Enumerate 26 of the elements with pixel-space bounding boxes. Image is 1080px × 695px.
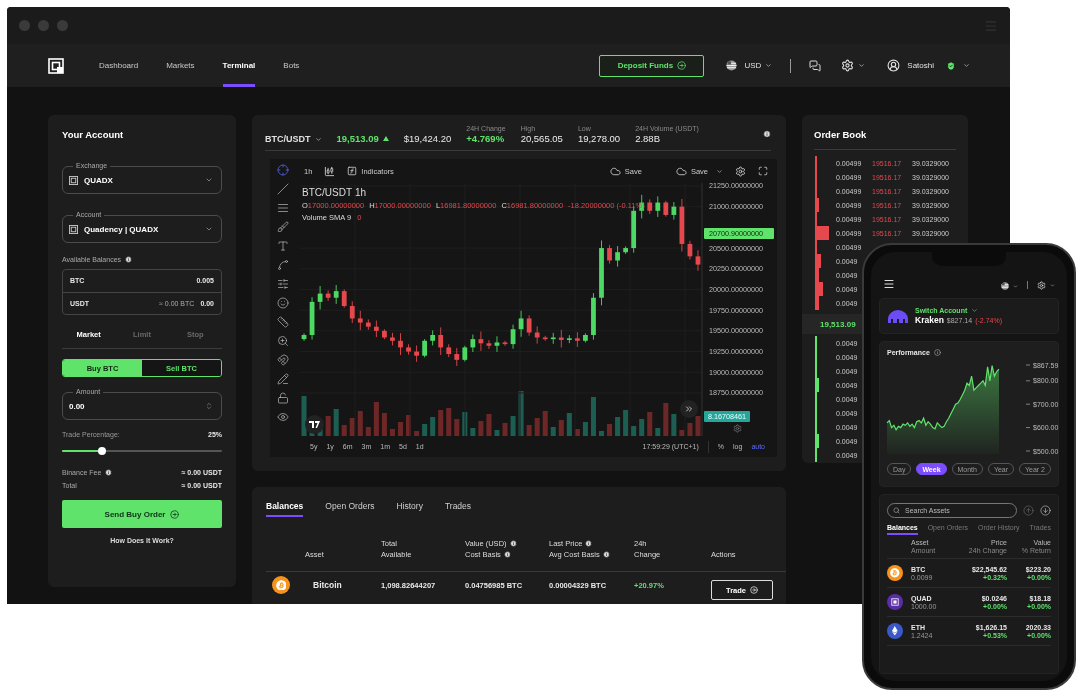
- account-name: Kraken: [915, 315, 944, 325]
- send-order-button[interactable]: Send Buy Order: [62, 500, 222, 528]
- nav-tab[interactable]: Terminal: [222, 44, 256, 87]
- panel-tab[interactable]: History: [396, 501, 423, 517]
- last-price: 19,513.09: [336, 133, 379, 144]
- user-menu[interactable]: Satoshi: [887, 59, 970, 72]
- stat-value: 20,565.05: [520, 133, 563, 144]
- stat-value: +4.769%: [466, 133, 506, 144]
- panel-tab[interactable]: Balances: [266, 501, 304, 517]
- stat-value: 2.88B: [635, 133, 661, 144]
- nav-tab[interactable]: Markets: [166, 44, 195, 87]
- usd-price: $19,424.20: [403, 133, 452, 144]
- pair-select[interactable]: BTC/USDT: [265, 134, 322, 144]
- nav-tab[interactable]: Dashboard: [99, 44, 139, 87]
- panel-tab[interactable]: Trades: [444, 501, 472, 517]
- panel-tab[interactable]: Open Orders: [325, 501, 375, 517]
- nav-tab[interactable]: Bots: [283, 44, 300, 87]
- chart-interval: 1h: [355, 187, 367, 198]
- mid-price: 19,513.09: [802, 314, 864, 334]
- panel-title: Your Account: [62, 129, 125, 141]
- stat-value: 19,278.00: [577, 133, 621, 144]
- asset-name: Bitcoin: [313, 580, 342, 590]
- deposit-button[interactable]: Deposit Funds: [599, 54, 705, 77]
- currency-select[interactable]: USD: [726, 60, 773, 71]
- panel-title: Order Book: [814, 129, 956, 150]
- chart-symbol: BTC/USDT: [302, 187, 352, 198]
